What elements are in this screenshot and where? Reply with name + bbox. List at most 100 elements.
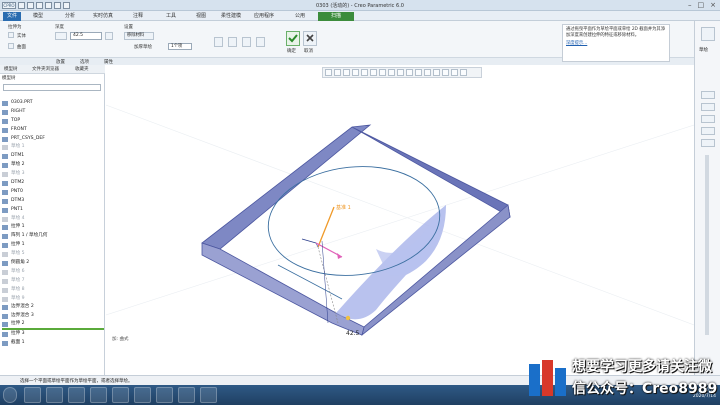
new-file-icon[interactable] bbox=[18, 2, 25, 9]
tab-flexible[interactable]: 应用程序 bbox=[250, 12, 278, 21]
taskbar-app-4[interactable] bbox=[90, 387, 107, 403]
tree-item[interactable]: PRT_CSYS_DEF bbox=[2, 135, 104, 144]
side-tool-1[interactable] bbox=[701, 91, 715, 99]
zoom-in-icon[interactable] bbox=[334, 69, 341, 76]
tree-item[interactable]: 拉伸 1 bbox=[2, 223, 104, 232]
drag-handle[interactable] bbox=[345, 315, 351, 321]
cancel-button[interactable] bbox=[303, 31, 317, 46]
tree-item[interactable]: 阵列 1 / 草绘几何 bbox=[2, 232, 104, 241]
depth-type-dropdown[interactable] bbox=[55, 32, 67, 40]
solid-option-icon[interactable] bbox=[8, 32, 14, 38]
tree-item[interactable]: FRONT bbox=[2, 126, 104, 135]
preview-icon[interactable] bbox=[228, 37, 237, 47]
tab-folder-browser[interactable]: 文件夹浏览器 bbox=[32, 66, 59, 72]
tree-item[interactable]: 拉伸 3 bbox=[2, 330, 104, 339]
csys-display-icon[interactable] bbox=[424, 69, 431, 76]
thicken-sketch-label[interactable]: 加厚草绘 bbox=[134, 44, 152, 50]
redo-icon[interactable] bbox=[54, 2, 61, 9]
tree-item[interactable]: 草绘 3 bbox=[2, 170, 104, 179]
tree-item[interactable]: 拉伸 1 bbox=[2, 241, 104, 250]
view-manager-icon[interactable] bbox=[379, 69, 386, 76]
taskbar-app-9[interactable] bbox=[200, 387, 217, 403]
axis-display-icon[interactable] bbox=[451, 69, 458, 76]
depth-value-input[interactable]: 42.5 bbox=[70, 32, 102, 40]
undo-icon[interactable] bbox=[45, 2, 52, 9]
open-file-icon[interactable] bbox=[27, 2, 34, 9]
tree-item[interactable]: 草绘 8 bbox=[2, 286, 104, 295]
taskbar-app-6[interactable] bbox=[134, 387, 151, 403]
tree-item[interactable]: 倒圆角 2 bbox=[2, 259, 104, 268]
taskbar-app-8[interactable] bbox=[178, 387, 195, 403]
maximize-icon[interactable]: □ bbox=[698, 1, 705, 9]
taskbar-app-1[interactable] bbox=[24, 387, 41, 403]
side-tool-5[interactable] bbox=[701, 139, 715, 147]
sketch-tool-icon[interactable] bbox=[701, 27, 715, 41]
tree-item[interactable]: RIGHT bbox=[2, 108, 104, 117]
graphics-canvas[interactable]: 基准 1 42.5 加: 曲式 bbox=[105, 65, 695, 375]
tab-file[interactable]: 文件 bbox=[3, 12, 21, 21]
taskbar-app-3[interactable] bbox=[68, 387, 85, 403]
tree-item[interactable]: 草绘 9 bbox=[2, 295, 104, 304]
side-tool-2[interactable] bbox=[701, 103, 715, 111]
refit-icon[interactable] bbox=[325, 69, 332, 76]
tab-applications[interactable]: 公用 bbox=[286, 12, 314, 21]
thicken-value-input[interactable]: 1个项 bbox=[168, 43, 192, 50]
feature-preview-icon[interactable] bbox=[256, 37, 265, 47]
remove-material-button[interactable]: 移除材料 bbox=[124, 32, 154, 40]
pause-icon[interactable] bbox=[214, 37, 223, 47]
tree-item[interactable]: 草绘 6 bbox=[2, 268, 104, 277]
verify-icon[interactable] bbox=[242, 37, 251, 47]
side-scrollbar[interactable] bbox=[705, 155, 709, 335]
tab-annotate[interactable]: 工具 bbox=[160, 12, 182, 21]
datum-display-icon[interactable] bbox=[388, 69, 395, 76]
tree-item[interactable]: PNT0 bbox=[2, 188, 104, 197]
saved-views-icon[interactable] bbox=[370, 69, 377, 76]
tree-item[interactable]: DTM2 bbox=[2, 179, 104, 188]
tab-favorites[interactable]: 收藏夹 bbox=[75, 66, 89, 72]
regenerate-icon[interactable] bbox=[63, 2, 70, 9]
tab-analysis[interactable]: 实时仿真 bbox=[90, 12, 116, 21]
tab-model-tree[interactable]: 模型树 bbox=[4, 66, 18, 72]
tab-model[interactable]: 模型 bbox=[27, 12, 49, 21]
close-icon[interactable]: × bbox=[710, 1, 716, 9]
flip-direction-icon[interactable] bbox=[105, 32, 113, 40]
surface-option-label[interactable]: 曲面 bbox=[17, 44, 26, 50]
save-icon[interactable] bbox=[36, 2, 43, 9]
tree-item[interactable]: 草绘 5 bbox=[2, 250, 104, 259]
zoom-out-icon[interactable] bbox=[343, 69, 350, 76]
repaint-icon[interactable] bbox=[352, 69, 359, 76]
side-tool-3[interactable] bbox=[701, 115, 715, 123]
tree-item[interactable]: 草绘 4 bbox=[2, 215, 104, 224]
tree-filter-input[interactable] bbox=[3, 84, 101, 91]
surface-option-icon[interactable] bbox=[8, 43, 14, 49]
perspective-icon[interactable] bbox=[460, 69, 467, 76]
tree-item[interactable]: PNT1 bbox=[2, 206, 104, 215]
spin-center-icon[interactable] bbox=[406, 69, 413, 76]
tab-sweep[interactable]: 扫描 bbox=[318, 12, 354, 21]
tab-realtime-sim[interactable]: 注释 bbox=[124, 12, 152, 21]
tree-item[interactable]: 拉伸 2 bbox=[2, 321, 104, 331]
help-link[interactable]: 深度提示... bbox=[566, 40, 666, 46]
dimension-label[interactable]: 42.5 bbox=[346, 330, 360, 337]
tab-analysis-sim[interactable]: 分析 bbox=[56, 12, 84, 21]
taskbar-app-5[interactable] bbox=[112, 387, 129, 403]
model-viewport[interactable]: 基准 1 42.5 加: 曲式 bbox=[105, 65, 695, 375]
sketcher-view-icon[interactable] bbox=[415, 69, 422, 76]
taskbar-app-7[interactable] bbox=[156, 387, 173, 403]
tree-item[interactable]: 草绘 7 bbox=[2, 277, 104, 286]
tree-item[interactable]: DTM1 bbox=[2, 152, 104, 161]
confirm-button[interactable] bbox=[286, 31, 300, 46]
tree-item[interactable]: 0303.PRT bbox=[2, 99, 104, 108]
plane-display-icon[interactable] bbox=[433, 69, 440, 76]
taskbar-app-2[interactable] bbox=[46, 387, 63, 403]
tree-item[interactable]: TOP bbox=[2, 117, 104, 126]
tab-view[interactable]: 柔性建模 bbox=[220, 12, 242, 21]
side-tool-4[interactable] bbox=[701, 127, 715, 135]
annotation-display-icon[interactable] bbox=[397, 69, 404, 76]
tree-item[interactable]: 边界混合 2 bbox=[2, 303, 104, 312]
tree-item[interactable]: 草绘 2 bbox=[2, 161, 104, 170]
tree-item[interactable]: 草绘 1 bbox=[2, 143, 104, 152]
tab-tools[interactable]: 视图 bbox=[190, 12, 212, 21]
solid-option-label[interactable]: 实体 bbox=[17, 33, 26, 39]
display-style-icon[interactable] bbox=[361, 69, 368, 76]
